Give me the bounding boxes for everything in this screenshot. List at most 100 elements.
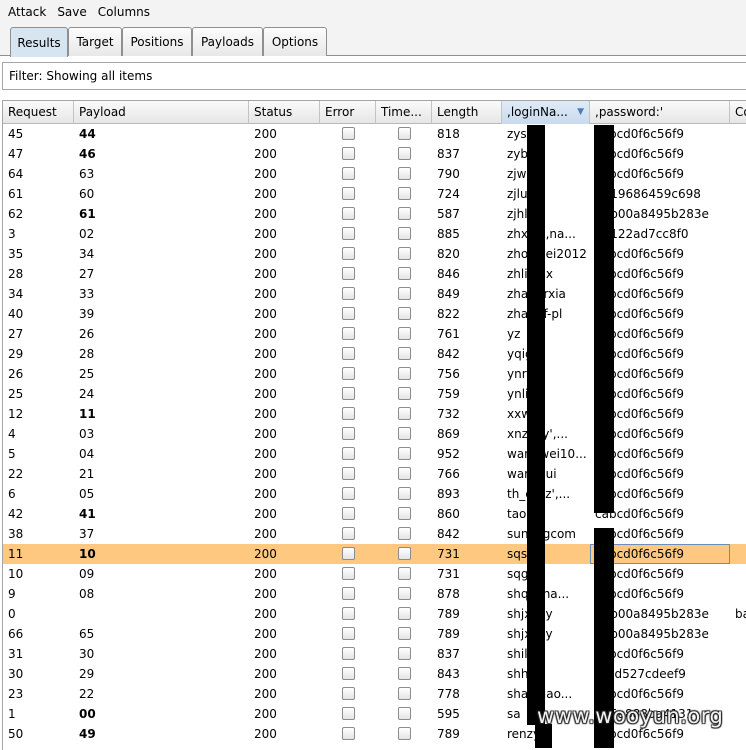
table-row[interactable]: 30 29 200 843 shh f88d527cdeef9 [3,664,746,684]
payload-cell: 26 [79,327,95,341]
timeout-checkbox [398,587,411,600]
timeout-checkbox [398,507,411,520]
column-header[interactable]: Length [432,101,502,124]
table-row[interactable]: 10 09 200 731 sqg cabcd0f6c56f9 [3,564,746,584]
table-row[interactable]: 6665200789shjxyxyb0b00a8495b283e [3,624,746,644]
table-row[interactable]: 25 24 200 759 ynli cabcd0f6c56f9 [3,384,746,404]
tab-positions[interactable]: Positions [122,27,192,56]
timeout-checkbox [398,187,411,200]
payload-cell: 49 [79,727,96,741]
table-body: 45 44 200 818 zysc cabcd0f6c56f9 47 46 200 837 zyb… [3,124,746,744]
payload-cell: 34 [79,247,95,261]
status-cell: 200 [254,527,277,541]
login-name-cell: yz [507,327,521,341]
column-header[interactable]: Status [249,101,320,124]
table-row[interactable]: 64 63 200 790 zjwzy cabcd0f6c56f9 [3,164,746,184]
table-row[interactable]: 45 44 200 818 zysc cabcd0f6c56f9 [3,124,746,144]
timeout-checkbox [398,707,411,720]
column-header[interactable]: Payload [74,101,249,124]
login-name-cell: ynr [507,367,527,381]
error-checkbox [342,407,355,420]
redaction-bar-password-top [594,125,614,513]
table-row[interactable]: 42 41 200 860 tao cabcd0f6c56f9 [3,504,746,524]
table-row[interactable]: 61 60 200 724 zjlu 1319686459c698 [3,184,746,204]
request-cell: 10 [8,567,24,581]
table-row[interactable]: 5 04 200 952 wangwei10... cabcd0f6c56f9 [3,444,746,464]
timeout-checkbox [398,227,411,240]
column-header[interactable]: ,loginNa... ▼ [502,101,590,124]
status-cell: 200 [254,207,277,221]
payload-cell: 60 [79,187,95,201]
table-row[interactable]: 2221200766wangsuicabcd0f6c56f9 [3,464,746,484]
table-row[interactable]: 11 10 200 731 sqs cabcd0f6c56f9 [3,544,746,564]
tab-target[interactable]: Target [68,27,122,56]
error-checkbox [342,207,355,220]
status-cell: 200 [254,647,277,661]
table-row[interactable]: 302200885zhxliq',na...d9122ad7cc8f0 [3,224,746,244]
table-row[interactable]: 605200893th_csyz',...cabcd0f6c56f9 [3,484,746,504]
filter-label: Filter: Showing all items [9,69,153,83]
column-header[interactable]: Time... [376,101,432,124]
column-header[interactable]: ,password:' [590,101,730,124]
sort-descending-icon: ▼ [577,107,584,117]
tab-results[interactable]: Results [10,27,68,57]
login-name-cell: zhxliq',na... [502,224,590,244]
request-cell: 22 [8,467,24,481]
status-cell: 200 [254,667,277,681]
login-name-cell: sunlingcom [502,524,590,544]
menu-columns[interactable]: Columns [96,5,152,19]
table-row[interactable]: 31 30 200 837 shill cabcd0f6c56f9 [3,644,746,664]
length-cell: 587 [437,207,460,221]
login-name-cell: zhangf-pl [502,304,590,324]
payload-cell: 30 [79,647,95,661]
request-cell: 45 [8,127,24,141]
status-cell: 200 [254,287,277,301]
error-checkbox [342,187,355,200]
status-cell: 200 [254,267,277,281]
length-cell: 820 [437,247,460,261]
table-row[interactable]: 29 28 200 842 yqigw cabcd0f6c56f9 [3,344,746,364]
table-row[interactable]: 2827200846zhlipolxcabcd0f6c56f9 [3,264,746,284]
table-row[interactable]: 26 25 200 756 ynr cabcd0f6c56f9 [3,364,746,384]
timeout-checkbox [398,467,411,480]
status-cell: 200 [254,727,277,741]
error-checkbox [342,267,355,280]
menu-attack[interactable]: Attack [6,5,48,19]
status-cell: 200 [254,627,277,641]
column-header[interactable]: Co [730,101,746,124]
table-row[interactable]: 27 26 200 761 yz cabcd0f6c56f9 [3,324,746,344]
table-row[interactable]: 403200869xnzlply',...cabcd0f6c56f9 [3,424,746,444]
table-row[interactable]: 3837200842sunlingcomcabcd0f6c56f9 [3,524,746,544]
table-row[interactable]: 908200878shqx',na...cabcd0f6c56f9 [3,584,746,604]
status-cell: 200 [254,387,277,401]
request-cell: 11 [8,547,24,561]
table-row[interactable]: 12 11 200 732 xxw cabcd0f6c56f9 [3,404,746,424]
login-name-cell: shjxyxy [502,604,590,624]
login-name-cell: ynli [507,387,529,401]
login-name-cell: sqg [507,567,529,581]
table-row[interactable]: 35 34 200 820 zhouwei2012 cabcd0f6c56f9 [3,244,746,264]
table-row[interactable]: 4039200822zhangf-plcabcd0f6c56f9 [3,304,746,324]
table-row[interactable]: 62 61 200 587 zjhl b0b00a8495b283e [3,204,746,224]
tab-payloads[interactable]: Payloads [192,27,263,56]
request-cell: 42 [8,507,24,521]
table-row[interactable]: 47 46 200 837 zyb cabcd0f6c56f9 [3,144,746,164]
timeout-checkbox [398,367,411,380]
length-cell: 595 [437,707,460,721]
filter-bar[interactable]: Filter: Showing all items [2,62,746,90]
table-row[interactable]: 0200789shjxyxyb0b00a8495b283eba [3,604,746,624]
menu-save[interactable]: Save [55,5,88,19]
table-row[interactable]: 2322200778shanxiao...cabcd0f6c56f9 [3,684,746,704]
error-checkbox [342,367,355,380]
payload-cell: 27 [79,267,95,281]
column-header[interactable]: Error [320,101,376,124]
login-name-cell: wangsui [502,464,590,484]
timeout-checkbox [398,407,411,420]
results-table: Request Payload Status Error Time... Length ,l… [2,100,746,750]
column-header[interactable]: Request [3,101,74,124]
tab-strip: Results Target Positions Payloads Option… [0,24,746,57]
table-row[interactable]: 3433200849zhangrxiacabcd0f6c56f9 [3,284,746,304]
tab-options[interactable]: Options [263,27,327,56]
length-cell: 837 [437,647,460,661]
request-cell: 0 [8,607,16,621]
